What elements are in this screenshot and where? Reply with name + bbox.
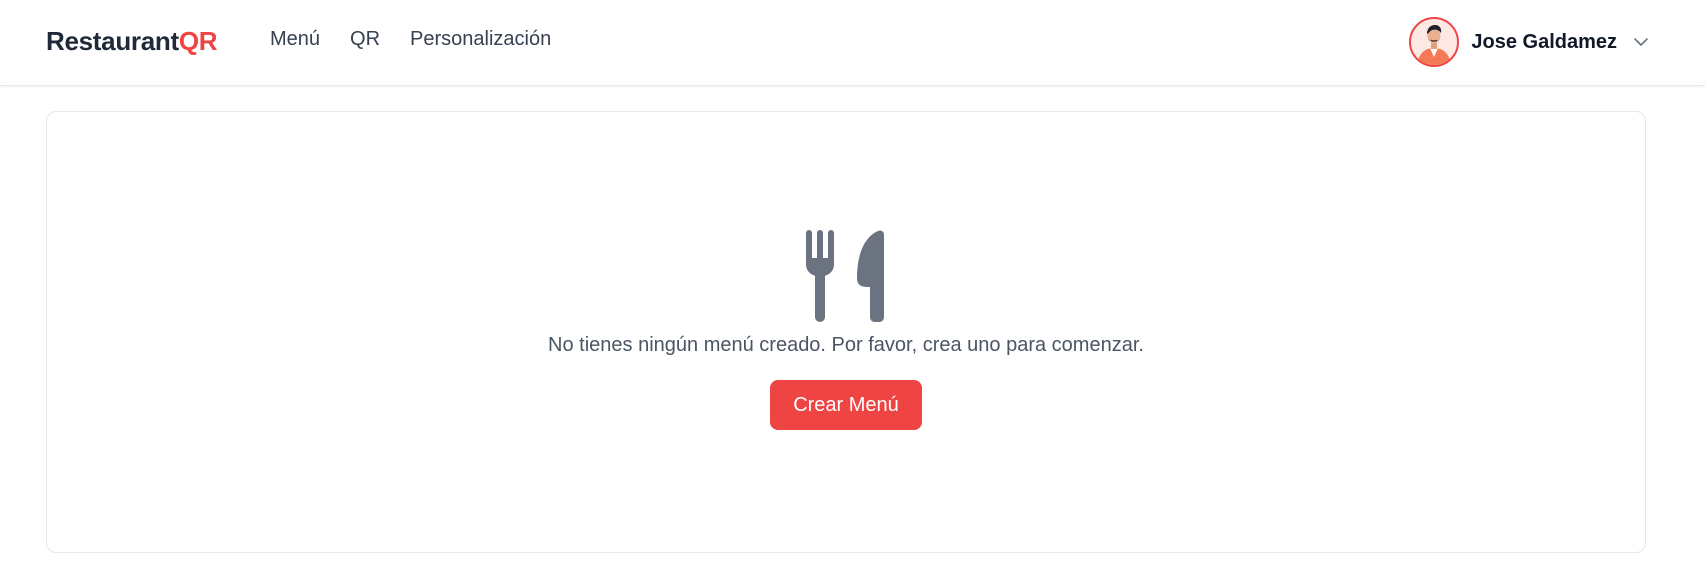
utensils-icon xyxy=(806,230,884,322)
chevron-down-icon[interactable] xyxy=(1633,37,1649,47)
empty-message: No tienes ningún menú creado. Por favor,… xyxy=(548,334,1144,356)
user-menu[interactable]: Jose Galdamez xyxy=(1409,16,1649,68)
avatar[interactable] xyxy=(1409,17,1460,67)
user-avatar-icon xyxy=(1417,25,1452,65)
empty-state: No tienes ningún menú creado. Por favor,… xyxy=(47,230,1645,430)
nav-link-qr[interactable]: QR xyxy=(350,28,380,51)
brand-name: Restaurant xyxy=(46,26,179,56)
user-name: Jose Galdamez xyxy=(1471,30,1617,53)
brand-logo[interactable]: RestaurantQR xyxy=(46,26,218,57)
menu-card: No tienes ningún menú creado. Por favor,… xyxy=(46,111,1646,553)
main-nav: Menú QR Personalización xyxy=(270,28,551,51)
top-navbar: RestaurantQR Menú QR Personalización Jos… xyxy=(0,0,1705,86)
create-menu-button[interactable]: Crear Menú xyxy=(770,380,922,430)
brand-accent: QR xyxy=(178,26,218,56)
nav-link-menu[interactable]: Menú xyxy=(270,28,320,51)
nav-link-personalizacion[interactable]: Personalización xyxy=(410,28,551,51)
